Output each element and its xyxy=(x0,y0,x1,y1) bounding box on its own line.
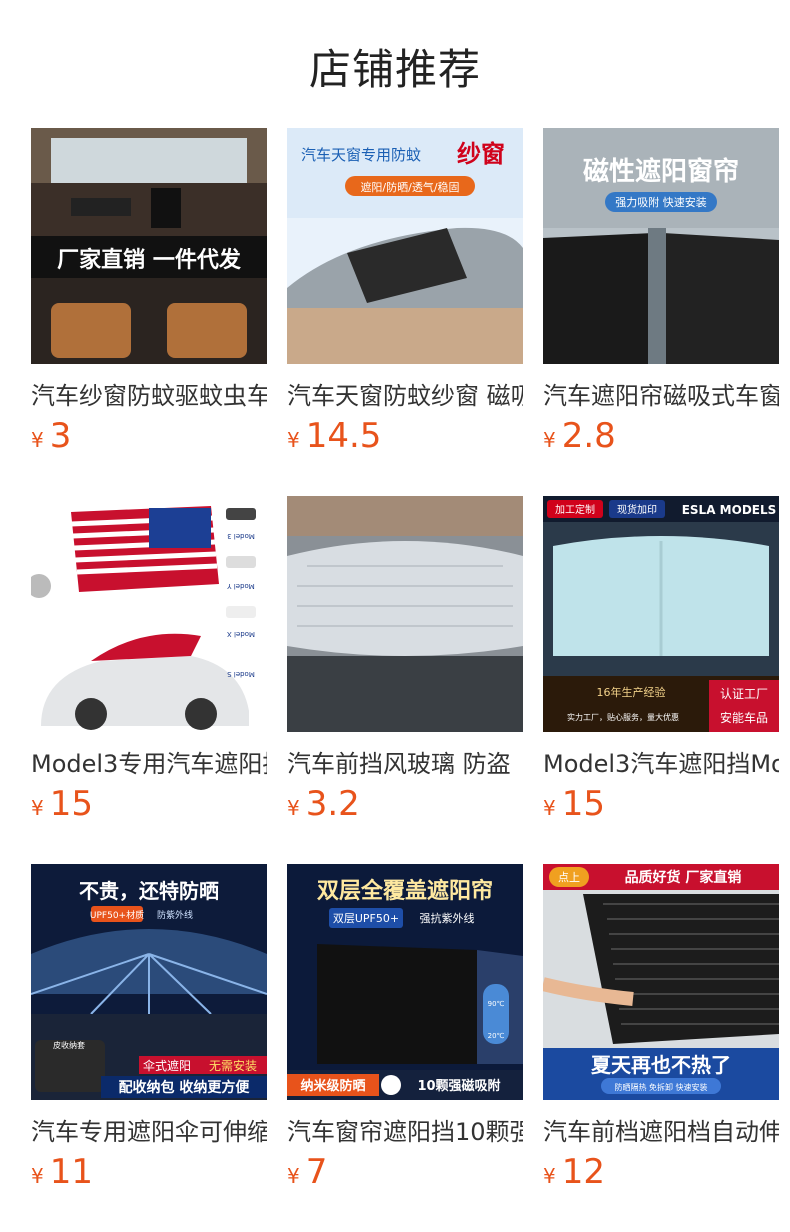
product-image[interactable] xyxy=(287,496,523,732)
image-brand: ESLA MODELS xyxy=(682,503,777,517)
temp-label: 20℃ xyxy=(488,1032,505,1040)
currency-symbol: ¥ xyxy=(543,428,556,452)
image-slogan: 无需安装 xyxy=(209,1058,257,1073)
currency-symbol: ¥ xyxy=(31,1164,44,1188)
product-price: ¥3 xyxy=(31,416,71,456)
image-tag: 双层UPF50+ xyxy=(333,912,399,925)
price-value: 11 xyxy=(49,1152,93,1192)
product-name[interactable]: 汽车前档遮阳档自动伸缩 xyxy=(543,1112,779,1147)
image-footer: 夏天再也不热了 xyxy=(591,1053,731,1077)
image-exp: 16年生产经验 xyxy=(597,685,666,699)
image-tagline: 遮阳/防晒/透气/稳固 xyxy=(360,180,459,194)
price-value: 2.8 xyxy=(561,416,616,456)
image-slogan: 伞式遮阳 xyxy=(143,1058,191,1073)
product-grid: 厂家直销 一件代发 汽车纱窗防蚊驱蚊虫车用 ¥3 汽车天窗专用防蚊 纱窗 遮阳/… xyxy=(31,128,790,1232)
image-tagline: 防晒隔热 免拆卸 快速安装 xyxy=(614,1082,707,1092)
currency-symbol: ¥ xyxy=(31,796,44,820)
price-value: 15 xyxy=(49,784,93,824)
price-value: 14.5 xyxy=(305,416,382,456)
product-price: ¥2.8 xyxy=(543,416,616,456)
product-image[interactable]: 点上 品质好货 厂家直销 夏天再也不热了 防晒隔热 免拆卸 快速安装 xyxy=(543,864,779,1100)
product-image[interactable]: Model 3 Model Y Model X Model S xyxy=(31,496,267,732)
image-bag: 皮收纳套 xyxy=(53,1040,85,1050)
currency-symbol: ¥ xyxy=(543,1164,556,1188)
price-value: 7 xyxy=(305,1152,328,1192)
product-image[interactable]: 双层全覆盖遮阳帘 双层UPF50+ 强抗紫外线 90℃ 20℃ 纳米级防晒 10… xyxy=(287,864,523,1100)
product-name[interactable]: Model3专用汽车遮阳挡 xyxy=(31,744,267,779)
image-slogan: 配收纳包 收纳更方便 xyxy=(119,1079,251,1096)
product-image[interactable]: 加工定制 现货加印 ESLA MODELS 16年生产经验 实力工厂，贴心服务，… xyxy=(543,496,779,732)
price-value: 15 xyxy=(561,784,605,824)
currency-symbol: ¥ xyxy=(287,1164,300,1188)
product-price: ¥14.5 xyxy=(287,416,381,456)
model-label: Model 3 xyxy=(227,532,255,540)
product-price: ¥3.2 xyxy=(287,784,360,824)
image-banner-text: 厂家直销 一件代发 xyxy=(57,247,242,273)
currency-symbol: ¥ xyxy=(543,796,556,820)
temp-label: 90℃ xyxy=(488,1000,505,1008)
price-value: 12 xyxy=(561,1152,605,1192)
currency-symbol: ¥ xyxy=(31,428,44,452)
product-name[interactable]: 汽车天窗防蚊纱窗 磁吸式 xyxy=(287,376,523,411)
image-headline: 磁性遮阳窗帘 xyxy=(583,156,739,187)
product-price: ¥12 xyxy=(543,1152,605,1192)
model-label: Model S xyxy=(227,670,255,678)
product-name[interactable]: Model3汽车遮阳挡Model xyxy=(543,744,779,779)
image-tagline: 强力吸附 快速安装 xyxy=(615,195,707,209)
product-name[interactable]: 汽车窗帘遮阳挡10颗强 xyxy=(287,1112,523,1147)
image-highlight: 纱窗 xyxy=(457,140,505,168)
image-tag: UPF50+材质 xyxy=(90,909,144,921)
image-headline: 汽车天窗专用防蚊 xyxy=(301,146,421,164)
image-headline: 双层全覆盖遮阳帘 xyxy=(317,878,493,904)
product-name[interactable]: 汽车前挡风玻璃 防盗 xyxy=(287,744,523,779)
image-headline: 不贵，还特防晒 xyxy=(79,879,219,903)
image-tag: 现货加印 xyxy=(617,503,657,516)
product-price: ¥15 xyxy=(543,784,605,824)
price-value: 3.2 xyxy=(305,784,360,824)
currency-symbol: ¥ xyxy=(287,796,300,820)
image-headline: 品质好货 厂家直销 xyxy=(625,869,742,886)
image-service: 实力工厂，贴心服务，量大优惠 xyxy=(567,712,679,722)
product-image[interactable]: 磁性遮阳窗帘 强力吸附 快速安装 xyxy=(543,128,779,364)
image-footer: 10颗强磁吸附 xyxy=(417,1078,500,1094)
image-footer: 纳米级防晒 xyxy=(300,1078,365,1094)
product-name[interactable]: 汽车遮阳帘磁吸式车窗 xyxy=(543,376,779,411)
section-title: 店铺推荐 xyxy=(308,45,481,94)
product-image[interactable]: 汽车天窗专用防蚊 纱窗 遮阳/防晒/透气/稳固 xyxy=(287,128,523,364)
product-price: ¥15 xyxy=(31,784,93,824)
image-tag2: 强抗紫外线 xyxy=(420,911,475,925)
product-price: ¥7 xyxy=(287,1152,327,1192)
image-brand2: 安能车品 xyxy=(720,710,768,725)
image-tag: 加工定制 xyxy=(555,503,595,516)
image-tag2: 防紫外线 xyxy=(157,909,193,921)
product-name[interactable]: 汽车纱窗防蚊驱蚊虫车用 xyxy=(31,376,267,411)
price-value: 3 xyxy=(49,416,72,456)
currency-symbol: ¥ xyxy=(287,428,300,452)
model-label: Model Y xyxy=(227,582,255,590)
image-logo: 点上 xyxy=(558,871,580,884)
product-image[interactable]: 不贵，还特防晒 UPF50+材质 防紫外线 皮收纳套 伞式遮阳 无需安装 配收纳… xyxy=(31,864,267,1100)
image-cert: 认证工厂 xyxy=(720,687,768,701)
product-price: ¥11 xyxy=(31,1152,93,1192)
product-image[interactable]: 厂家直销 一件代发 xyxy=(31,128,267,364)
model-label: Model X xyxy=(227,630,255,638)
product-name[interactable]: 汽车专用遮阳伞可伸缩 xyxy=(31,1112,267,1147)
